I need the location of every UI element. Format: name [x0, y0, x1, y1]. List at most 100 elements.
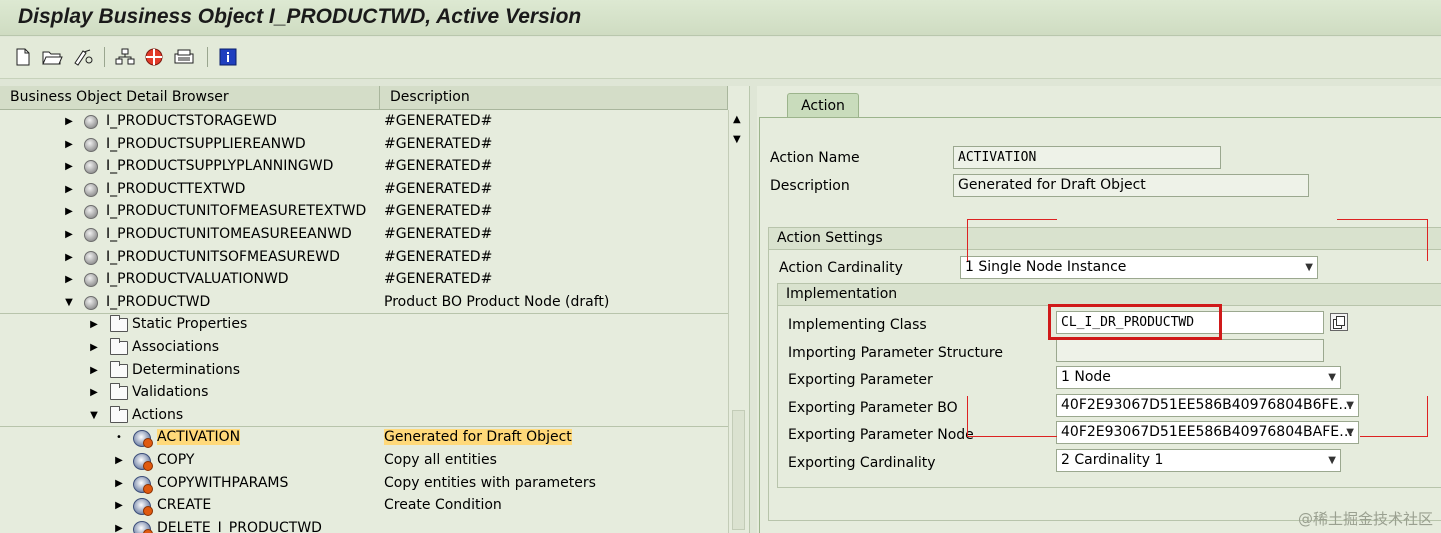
- tree-node[interactable]: ▶ I_PRODUCTUNITOFMEASURETEXTWD #GENERATE…: [0, 201, 728, 224]
- action-cardinality-value: 1 Single Node Instance: [965, 259, 1127, 275]
- tree-folder[interactable]: ▶ Validations: [0, 382, 728, 405]
- scroll-thumb[interactable]: [732, 410, 745, 530]
- action-name-field[interactable]: ACTIVATION: [953, 146, 1221, 169]
- expand-arrow-icon[interactable]: ▶: [64, 161, 74, 173]
- column-header-description[interactable]: Description: [380, 86, 728, 110]
- collapse-arrow-icon[interactable]: ▼: [64, 297, 74, 309]
- expand-arrow-icon[interactable]: ▶: [89, 387, 99, 399]
- folder-name: Determinations: [132, 361, 241, 378]
- action-icon: [133, 475, 153, 494]
- exporting-cardinality-dropdown[interactable]: 2 Cardinality 1 ▼: [1056, 449, 1341, 472]
- tree-node[interactable]: ▶ I_PRODUCTTEXTWD #GENERATED#: [0, 179, 728, 202]
- collapse-arrow-icon[interactable]: ▼: [89, 410, 99, 422]
- node-icon: [84, 160, 98, 175]
- expand-arrow-icon[interactable]: ▶: [114, 523, 124, 533]
- check-icon[interactable]: [143, 47, 165, 67]
- open-folder-icon[interactable]: [42, 47, 64, 67]
- expand-arrow-icon[interactable]: ▶: [89, 319, 99, 331]
- chevron-down-icon[interactable]: ▼: [1328, 367, 1336, 388]
- tree-folder[interactable]: ▶ Determinations: [0, 360, 728, 383]
- expand-arrow-icon[interactable]: ▶: [64, 139, 74, 151]
- tree-node[interactable]: ▶ I_PRODUCTVALUATIONWD #GENERATED#: [0, 269, 728, 292]
- print-icon[interactable]: [173, 47, 195, 67]
- exporting-parameter-node-dropdown[interactable]: 40F2E93067D51EE586B40976804BAFE… ▼: [1056, 421, 1359, 444]
- annotation-line: [1427, 219, 1428, 261]
- title-bar: Display Business Object I_PRODUCTWD, Act…: [0, 0, 1441, 36]
- expand-arrow-icon[interactable]: ▶: [89, 342, 99, 354]
- node-description: #GENERATED#: [384, 158, 493, 175]
- description-field[interactable]: Generated for Draft Object: [953, 174, 1309, 197]
- tree-action[interactable]: ▶ CREATE Create Condition: [0, 495, 728, 518]
- tree-folder-expanded[interactable]: ▼ Actions: [0, 405, 728, 428]
- chevron-down-icon[interactable]: ▼: [1305, 257, 1313, 278]
- action-name: COPY: [157, 452, 195, 468]
- action-name: CREATE: [157, 497, 212, 514]
- tree-action[interactable]: ▶ COPYWITHPARAMS Copy entities with para…: [0, 473, 728, 496]
- importing-structure-field[interactable]: [1056, 339, 1324, 362]
- action-settings-group: Action Settings Action Cardinality 1 Sin…: [768, 227, 1441, 521]
- expand-arrow-icon[interactable]: ▶: [114, 500, 124, 512]
- node-name: I_PRODUCTSUPPLIEREANWD: [106, 135, 306, 152]
- chevron-down-icon[interactable]: ▼: [1328, 450, 1336, 471]
- node-name: I_PRODUCTVALUATIONWD: [106, 271, 289, 288]
- column-header-name[interactable]: Business Object Detail Browser: [0, 86, 380, 110]
- node-name: I_PRODUCTSTORAGEWD: [106, 113, 277, 129]
- value-help-icon[interactable]: [1330, 313, 1348, 331]
- implementation-header: Implementation: [778, 284, 1441, 306]
- node-icon: [84, 137, 98, 152]
- new-document-icon[interactable]: [12, 47, 34, 67]
- annotation-line: [967, 396, 968, 436]
- folder-icon: [110, 360, 128, 378]
- tree-node[interactable]: ▶ I_PRODUCTSUPPLYPLANNINGWD #GENERATED#: [0, 156, 728, 179]
- tree-node[interactable]: ▶ I_PRODUCTSTORAGEWD #GENERATED#: [0, 111, 728, 134]
- exporting-parameter-dropdown[interactable]: 1 Node ▼: [1056, 366, 1341, 389]
- tree-folder[interactable]: ▶ Static Properties: [0, 314, 728, 337]
- node-icon: [84, 115, 98, 129]
- exporting-parameter-bo-dropdown[interactable]: 40F2E93067D51EE586B40976804B6FE… ▼: [1056, 394, 1359, 417]
- expand-arrow-icon[interactable]: ▶: [64, 206, 74, 218]
- chevron-down-icon[interactable]: ▼: [1346, 422, 1354, 443]
- node-description: Product BO Product Node (draft): [384, 293, 610, 310]
- hierarchy-icon[interactable]: [114, 47, 136, 67]
- action-icon: [133, 498, 153, 517]
- node-name: I_PRODUCTUNITOFMEASURETEXTWD: [106, 203, 367, 220]
- vertical-scrollbar[interactable]: ▲ ▼: [728, 110, 748, 533]
- annotation-line: [1337, 219, 1427, 220]
- tree-node[interactable]: ▶ I_PRODUCTUNITOMEASUREEANWD #GENERATED#: [0, 224, 728, 247]
- expand-arrow-icon[interactable]: ▶: [64, 184, 74, 196]
- folder-name: Actions: [132, 406, 184, 423]
- tree-action[interactable]: ▶ COPY Copy all entities: [0, 450, 728, 473]
- window-title: Display Business Object I_PRODUCTWD, Act…: [18, 5, 582, 28]
- info-icon[interactable]: [217, 47, 239, 67]
- expand-arrow-icon[interactable]: ▶: [89, 365, 99, 377]
- tree-action-selected[interactable]: • ACTIVATION Generated for Draft Object: [0, 427, 728, 450]
- tree-node-expanded[interactable]: ▼ I_PRODUCTWD Product BO Product Node (d…: [0, 292, 728, 315]
- scroll-up-icon[interactable]: ▲: [733, 114, 741, 125]
- action-description: Copy entities with parameters: [384, 474, 596, 491]
- exporting-parameter-node-value: 40F2E93067D51EE586B40976804BAFE…: [1061, 424, 1354, 440]
- action-icon: [133, 453, 153, 471]
- action-icon: [133, 430, 153, 449]
- tree-node[interactable]: ▶ I_PRODUCTUNITSOFMEASUREWD #GENERATED#: [0, 247, 728, 270]
- expand-arrow-icon[interactable]: ▶: [114, 455, 124, 467]
- node-icon: [84, 295, 98, 310]
- tree-node[interactable]: ▶ I_PRODUCTSUPPLIEREANWD #GENERATED#: [0, 134, 728, 157]
- action-description: Create Condition: [384, 497, 502, 514]
- action-cardinality-dropdown[interactable]: 1 Single Node Instance ▼: [960, 256, 1318, 279]
- edit-glasses-icon[interactable]: [72, 47, 94, 67]
- business-object-browser: Business Object Detail Browser Descripti…: [0, 86, 750, 533]
- chevron-down-icon[interactable]: ▼: [1346, 395, 1354, 416]
- action-name: ACTIVATION: [157, 429, 241, 446]
- expand-arrow-icon[interactable]: ▶: [64, 229, 74, 241]
- folder-name: Static Properties: [132, 316, 248, 333]
- expand-arrow-icon[interactable]: ▶: [64, 252, 74, 264]
- scroll-down-icon[interactable]: ▼: [733, 134, 741, 145]
- expand-arrow-icon[interactable]: ▶: [64, 274, 74, 286]
- node-description: #GENERATED#: [384, 135, 493, 152]
- tree-folder[interactable]: ▶ Associations: [0, 337, 728, 360]
- expand-arrow-icon[interactable]: ▶: [64, 116, 74, 128]
- expand-arrow-icon[interactable]: ▶: [114, 478, 124, 490]
- tab-action[interactable]: Action: [787, 93, 859, 118]
- tree-action[interactable]: ▶ DELETE_I_PRODUCTWD: [0, 518, 728, 533]
- node-name: I_PRODUCTWD: [106, 293, 211, 310]
